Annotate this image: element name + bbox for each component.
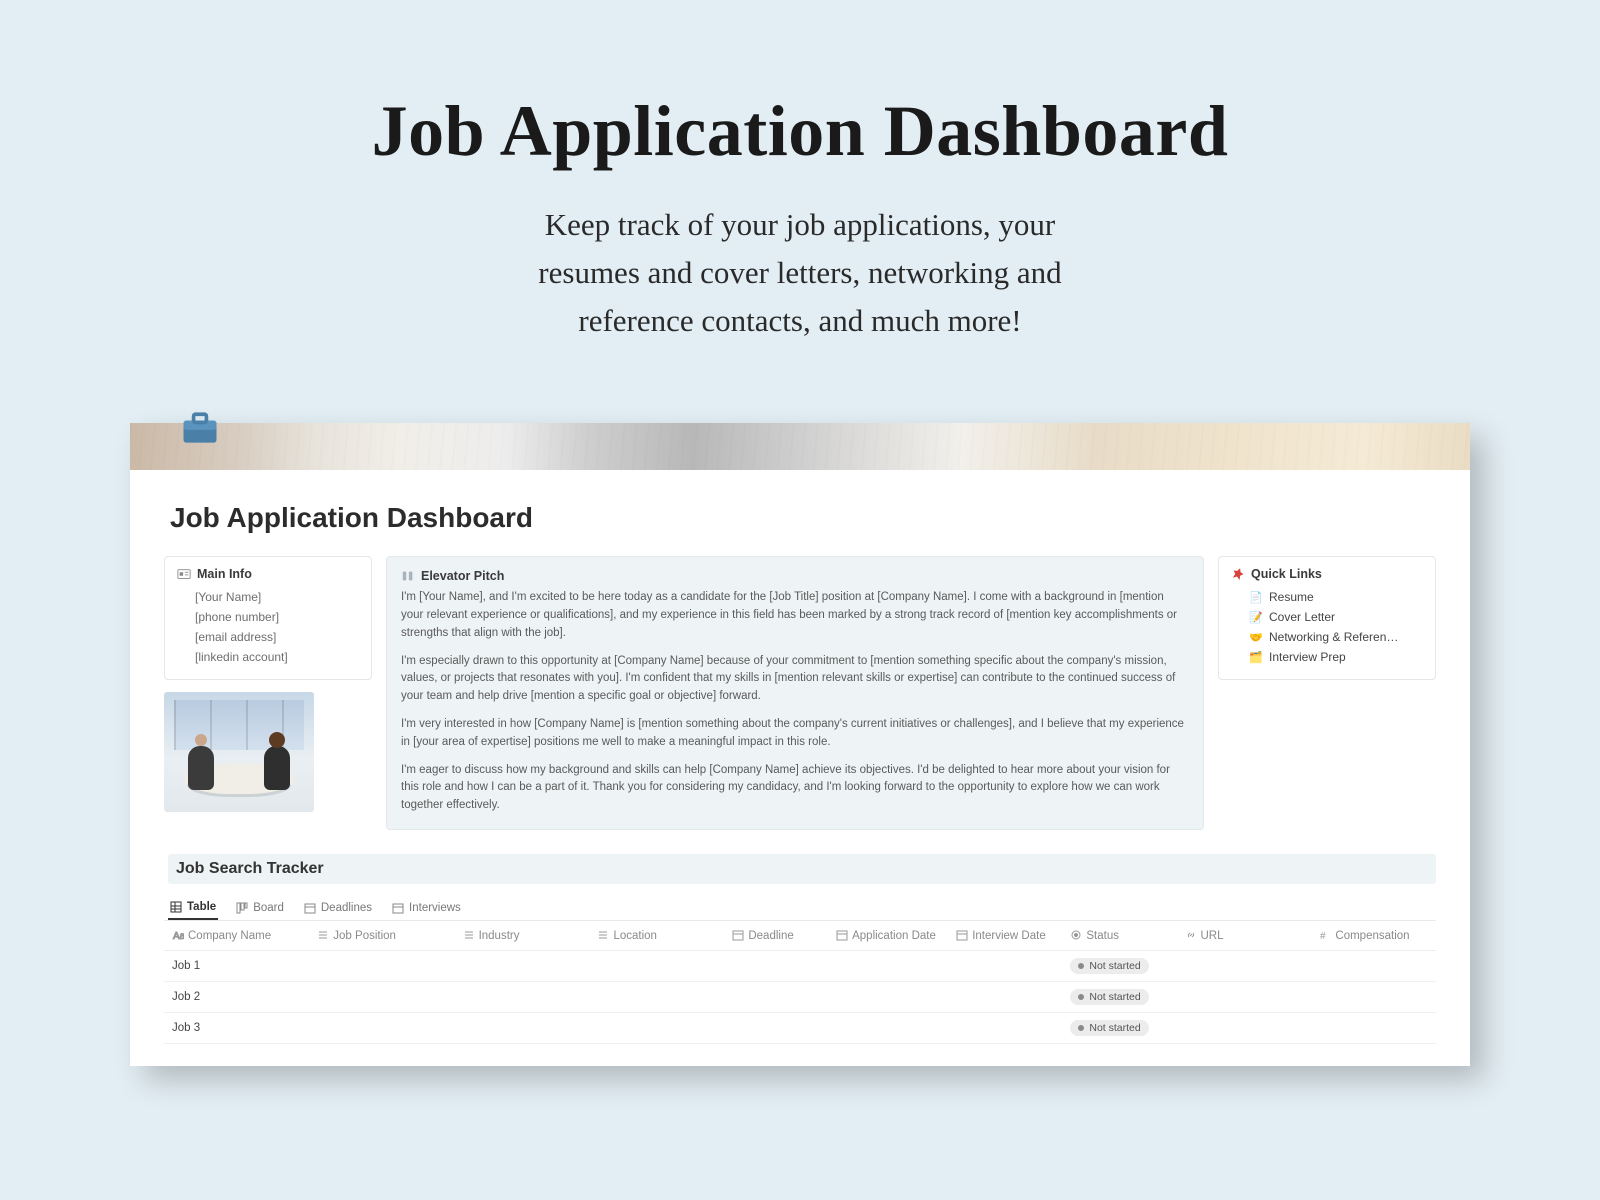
cell-company[interactable]: Job 1 (164, 951, 309, 982)
pitch-paragraph: I'm very interested in how [Company Name… (401, 716, 1189, 752)
quick-link-networking[interactable]: 🤝Networking & Referen… (1249, 627, 1423, 647)
note-icon: 📝 (1249, 611, 1263, 624)
tracker-tabs: Table Board Deadlines Interviews (164, 892, 1436, 921)
quick-link-cover-letter[interactable]: 📝Cover Letter (1249, 607, 1423, 627)
cell-company[interactable]: Job 2 (164, 982, 309, 1013)
quick-links-panel: Quick Links 📄Resume 📝Cover Letter 🤝Netwo… (1218, 556, 1436, 680)
main-info-heading: Main Info (197, 567, 252, 581)
speech-icon (401, 569, 415, 583)
page-cover (130, 423, 1470, 470)
col-interview-date[interactable]: Interview Date (948, 921, 1062, 951)
col-position[interactable]: Job Position (309, 921, 454, 951)
status-icon (1070, 929, 1082, 941)
board-icon (236, 902, 248, 914)
quick-links-heading: Quick Links (1251, 567, 1322, 581)
col-company[interactable]: AaCompany Name (164, 921, 309, 951)
tab-deadlines[interactable]: Deadlines (302, 897, 374, 919)
list-icon (463, 929, 475, 941)
table-row[interactable]: Job 3 Not started (164, 1013, 1436, 1044)
tab-table[interactable]: Table (168, 896, 218, 920)
quick-link-resume[interactable]: 📄Resume (1249, 587, 1423, 607)
table-header-row: AaCompany Name Job Position Industry Loc… (164, 921, 1436, 951)
col-app-date[interactable]: Application Date (828, 921, 948, 951)
main-info-item[interactable]: [phone number] (195, 607, 359, 627)
cell-status[interactable]: Not started (1062, 1013, 1176, 1044)
main-info-item[interactable]: [linkedin account] (195, 647, 359, 667)
pitch-paragraph: I'm especially drawn to this opportunity… (401, 653, 1189, 706)
col-industry[interactable]: Industry (455, 921, 590, 951)
handshake-icon: 🤝 (1249, 631, 1263, 644)
notion-screenshot: Job Application Dashboard Main Info [You… (130, 423, 1470, 1066)
tracker-table: AaCompany Name Job Position Industry Loc… (164, 921, 1436, 1044)
main-info-list: [Your Name] [phone number] [email addres… (195, 587, 359, 667)
table-row[interactable]: Job 2 Not started (164, 982, 1436, 1013)
elevator-pitch-panel: Elevator Pitch I'm [Your Name], and I'm … (386, 556, 1204, 830)
hero-subtitle: Keep track of your job applications, you… (0, 201, 1600, 345)
calendar-icon (836, 929, 848, 941)
pitch-paragraph: I'm [Your Name], and I'm excited to be h… (401, 589, 1189, 642)
calendar-icon (304, 902, 316, 914)
list-icon (597, 929, 609, 941)
cell-company[interactable]: Job 3 (164, 1013, 309, 1044)
folder-icon: 🗂️ (1249, 651, 1263, 664)
elevator-pitch-heading: Elevator Pitch (421, 569, 504, 583)
tab-board[interactable]: Board (234, 897, 286, 919)
pitch-paragraph: I'm eager to discuss how my background a… (401, 762, 1189, 815)
tab-interviews[interactable]: Interviews (390, 897, 463, 919)
main-info-item[interactable]: [Your Name] (195, 587, 359, 607)
svg-text:Aa: Aa (173, 931, 184, 941)
quick-link-interview-prep[interactable]: 🗂️Interview Prep (1249, 647, 1423, 667)
link-icon (1185, 929, 1197, 941)
hero: Job Application Dashboard Keep track of … (0, 0, 1600, 385)
calendar-icon (392, 902, 404, 914)
col-deadline[interactable]: Deadline (724, 921, 828, 951)
pin-icon (1231, 567, 1245, 581)
col-url[interactable]: URL (1177, 921, 1312, 951)
svg-text:#: # (1320, 931, 1326, 941)
col-compensation[interactable]: #Compensation (1311, 921, 1436, 951)
status-badge: Not started (1070, 989, 1148, 1005)
text-icon: Aa (172, 929, 184, 941)
col-status[interactable]: Status (1062, 921, 1176, 951)
cell-status[interactable]: Not started (1062, 951, 1176, 982)
status-badge: Not started (1070, 1020, 1148, 1036)
main-info-panel: Main Info [Your Name] [phone number] [em… (164, 556, 372, 680)
card-icon (177, 567, 191, 581)
calendar-icon (956, 929, 968, 941)
status-badge: Not started (1070, 958, 1148, 974)
page-title: Job Application Dashboard (170, 502, 1436, 534)
tracker-title: Job Search Tracker (168, 854, 1436, 884)
doc-icon: 📄 (1249, 591, 1263, 604)
interview-photo (164, 692, 314, 812)
cell-status[interactable]: Not started (1062, 982, 1176, 1013)
table-row[interactable]: Job 1 Not started (164, 951, 1436, 982)
list-icon (317, 929, 329, 941)
table-icon (170, 901, 182, 913)
hero-title: Job Application Dashboard (0, 90, 1600, 173)
briefcase-icon (175, 403, 225, 453)
col-location[interactable]: Location (589, 921, 724, 951)
number-icon: # (1319, 929, 1331, 941)
calendar-icon (732, 929, 744, 941)
main-info-item[interactable]: [email address] (195, 627, 359, 647)
